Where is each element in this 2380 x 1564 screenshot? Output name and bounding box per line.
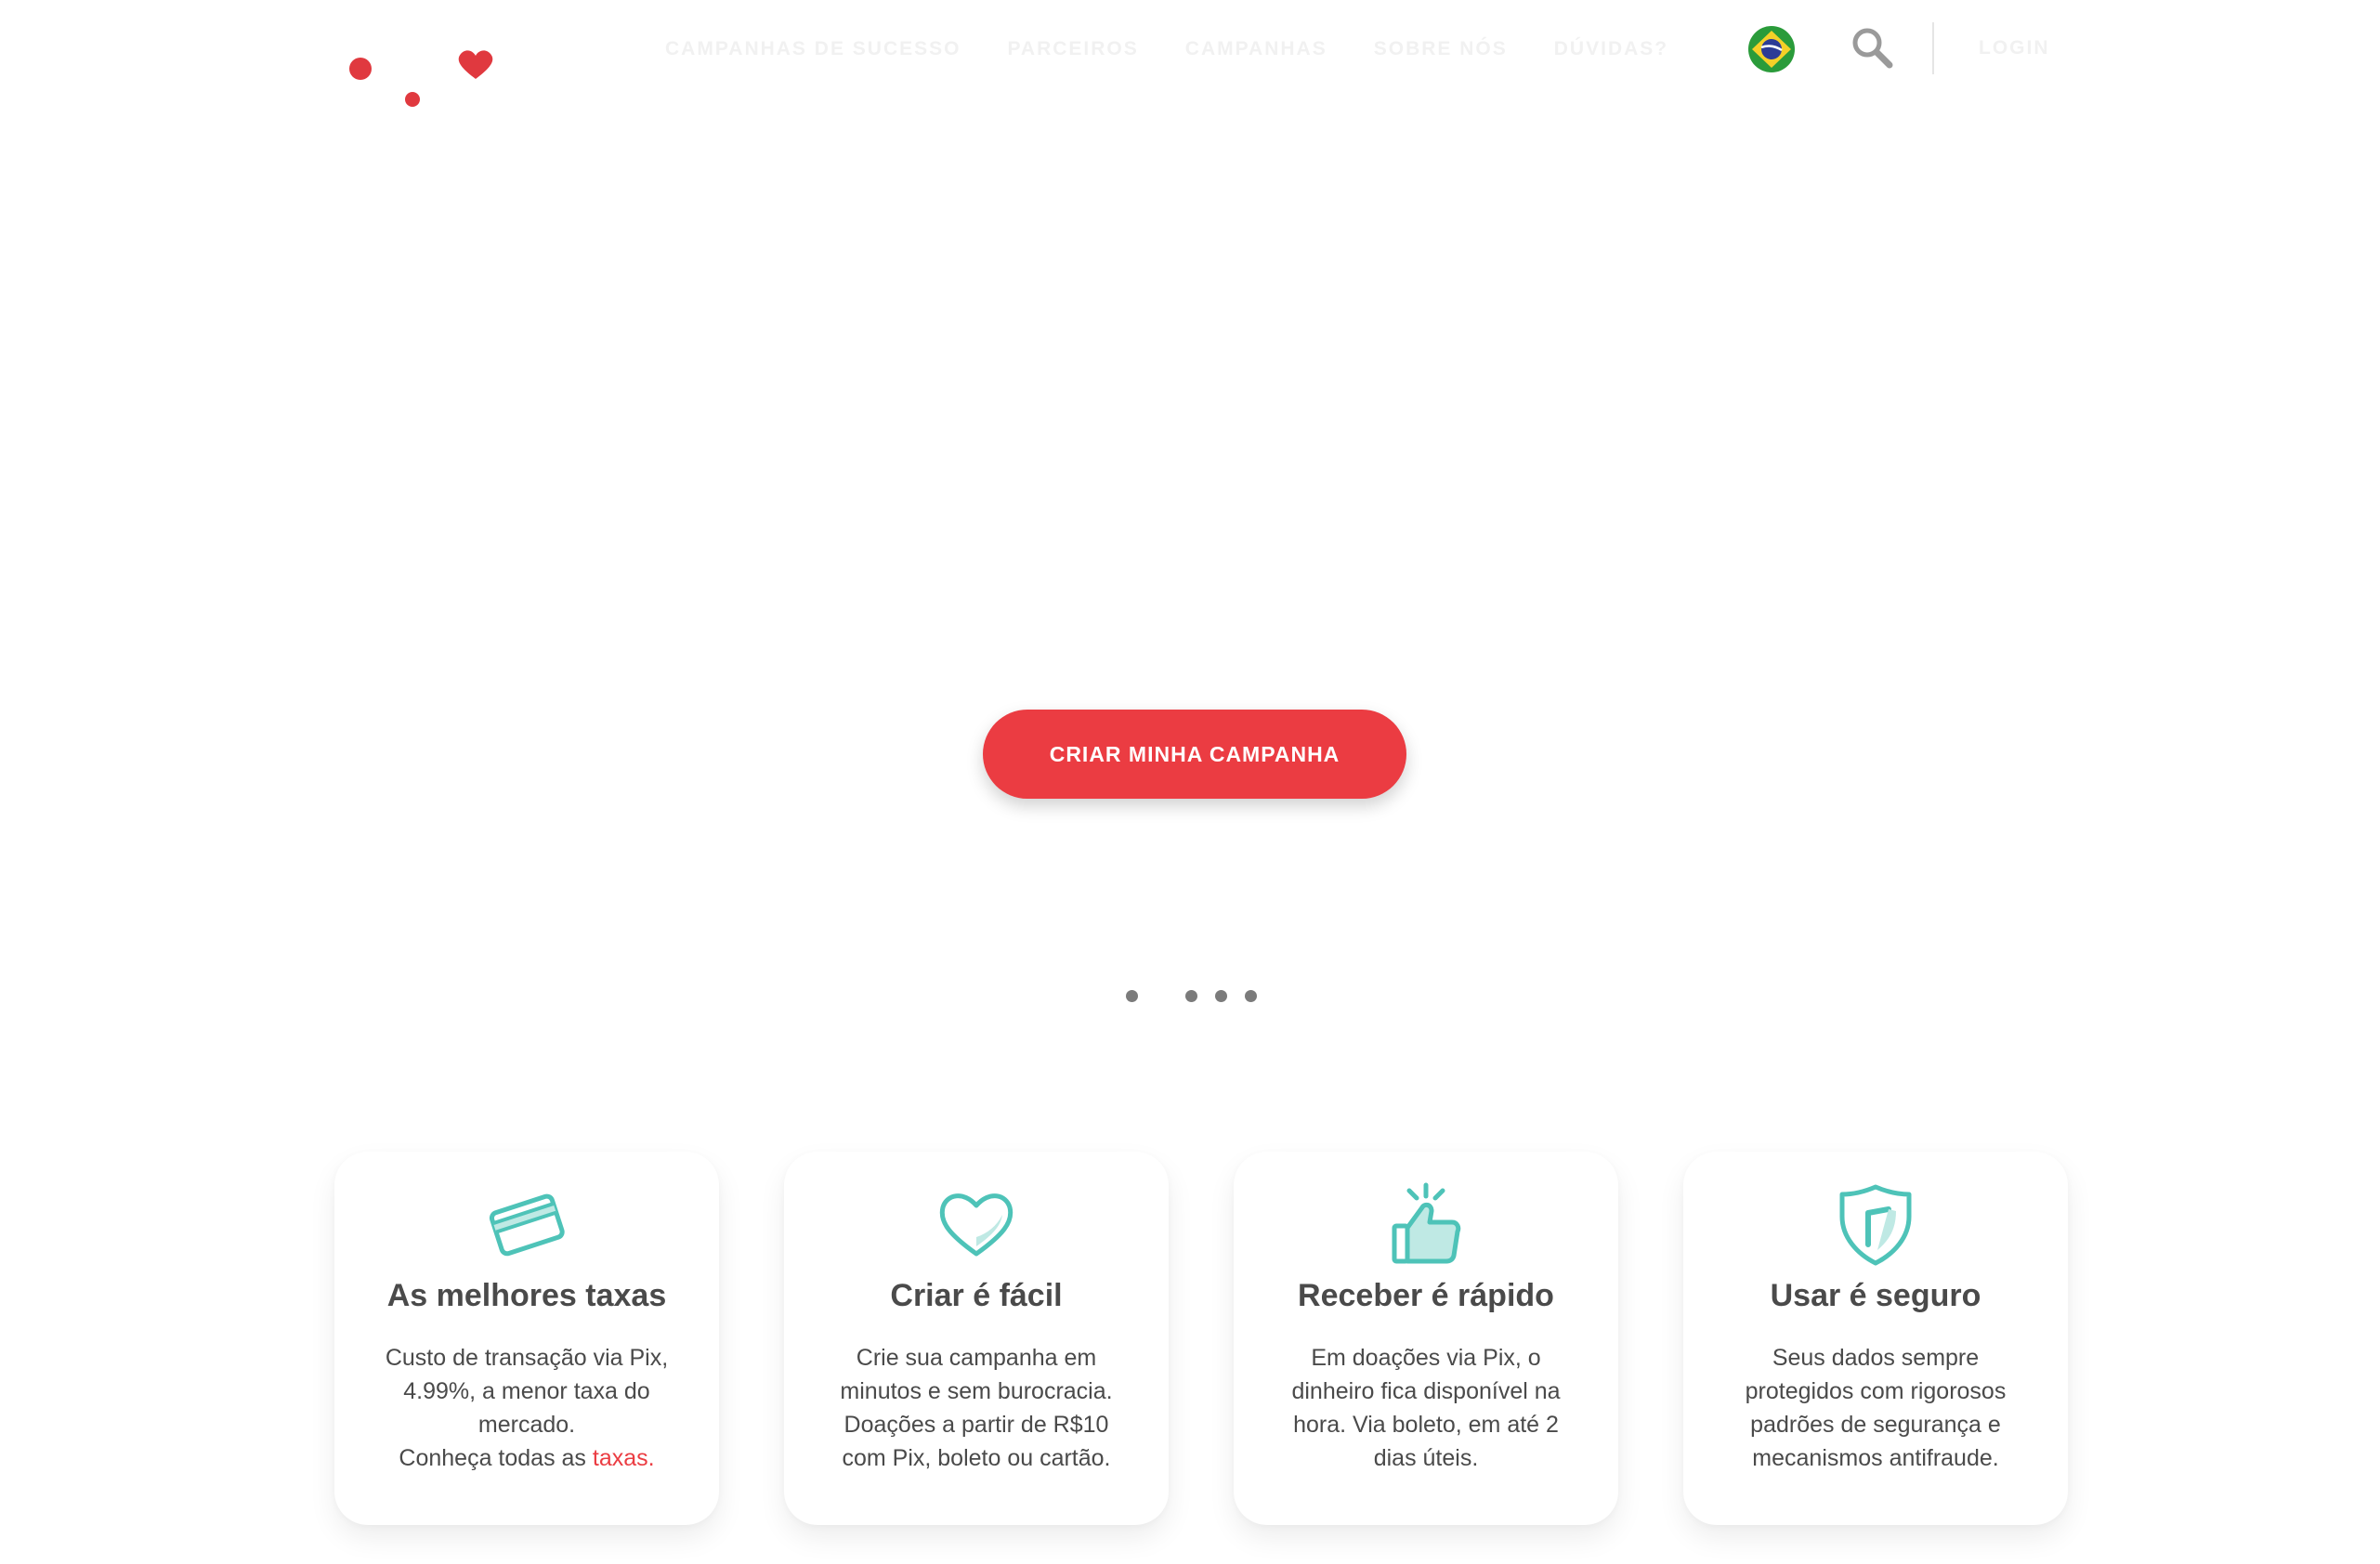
nav-parceiros[interactable]: PARCEIROS xyxy=(1007,38,1138,60)
heart-icon xyxy=(932,1180,1021,1269)
taxas-link[interactable]: taxas. xyxy=(593,1445,655,1471)
feature-text: Em doações via Pix, o dinheiro fica disp… xyxy=(1265,1341,1587,1475)
search-icon[interactable] xyxy=(1850,26,1893,69)
feature-text-line: 4.99%, a menor taxa do xyxy=(403,1378,650,1404)
carousel-dot[interactable] xyxy=(1126,990,1138,1002)
feature-title: As melhores taxas xyxy=(386,1278,667,1313)
feature-text-line: Custo de transação via Pix, xyxy=(385,1345,669,1371)
feature-text-line: padrões de segurança e xyxy=(1750,1412,2001,1438)
credit-card-icon xyxy=(482,1180,571,1269)
main-nav: CAMPANHAS DE SUCESSO PARCEIROS CAMPANHAS… xyxy=(665,26,1715,72)
shield-icon xyxy=(1831,1180,1920,1269)
create-campaign-button[interactable]: CRIAR MINHA CAMPANHA xyxy=(983,710,1406,799)
carousel-dot[interactable] xyxy=(1245,990,1257,1002)
feature-text-line: com Pix, boleto ou cartão. xyxy=(842,1445,1111,1471)
feature-text-line: dias úteis. xyxy=(1373,1445,1479,1471)
feature-card-taxas: As melhores taxas Custo de transação via… xyxy=(334,1152,719,1525)
feature-text-line: Em doações via Pix, o xyxy=(1311,1345,1541,1371)
nav-campanhas[interactable]: CAMPANHAS xyxy=(1185,38,1327,60)
feature-text-line: hora. Via boleto, em até 2 xyxy=(1293,1412,1559,1438)
header-divider xyxy=(1932,22,1934,74)
feature-card-receber: Receber é rápido Em doações via Pix, o d… xyxy=(1234,1152,1618,1525)
feature-text-line: mercado. xyxy=(477,1412,576,1438)
feature-text-line: Doações a partir de R$10 xyxy=(843,1412,1109,1438)
header: CAMPANHAS DE SUCESSO PARCEIROS CAMPANHAS… xyxy=(0,0,2380,130)
feature-text-line: Conheça todas as taxas. xyxy=(366,1441,687,1475)
feature-title: Receber é rápido xyxy=(1298,1278,1554,1313)
nav-campanhas-de-sucesso[interactable]: CAMPANHAS DE SUCESSO xyxy=(665,38,961,60)
nav-duvidas[interactable]: DÚVIDAS? xyxy=(1554,38,1668,60)
feature-text-line: dinheiro fica disponível na xyxy=(1291,1378,1561,1404)
feature-link-prefix: Conheça todas as xyxy=(399,1445,593,1471)
carousel-dot[interactable] xyxy=(1185,990,1197,1002)
feature-title: Usar é seguro xyxy=(1770,1278,1981,1313)
feature-card-criar: Criar é fácil Crie sua campanha em minut… xyxy=(784,1152,1169,1525)
brazil-flag-icon[interactable] xyxy=(1748,26,1795,72)
feature-title: Criar é fácil xyxy=(890,1278,1063,1313)
thumbs-up-icon xyxy=(1381,1180,1471,1269)
feature-text: Seus dados sempre protegidos com rigoros… xyxy=(1715,1341,2036,1475)
feature-text: Custo de transação via Pix, 4.99%, a men… xyxy=(366,1341,687,1475)
features-section: As melhores taxas Custo de transação via… xyxy=(334,1152,2068,1542)
feature-text-line: protegidos com rigorosos xyxy=(1745,1378,2007,1404)
feature-text-line: mecanismos antifraude. xyxy=(1752,1445,1999,1471)
login-link[interactable]: LOGIN xyxy=(1979,37,2050,59)
feature-text-line: minutos e sem burocracia. xyxy=(840,1378,1113,1404)
feature-text: Crie sua campanha em minutos e sem buroc… xyxy=(816,1341,1137,1475)
nav-sobre-nos[interactable]: SOBRE NÓS xyxy=(1374,38,1508,60)
feature-text-line: Seus dados sempre xyxy=(1772,1345,1980,1371)
feature-text-line: Crie sua campanha em xyxy=(856,1345,1097,1371)
logo[interactable] xyxy=(334,37,502,121)
carousel-dot[interactable] xyxy=(1215,990,1227,1002)
page: CAMPANHAS DE SUCESSO PARCEIROS CAMPANHAS… xyxy=(0,0,2380,1564)
feature-card-seguro: Usar é seguro Seus dados sempre protegid… xyxy=(1683,1152,2068,1525)
